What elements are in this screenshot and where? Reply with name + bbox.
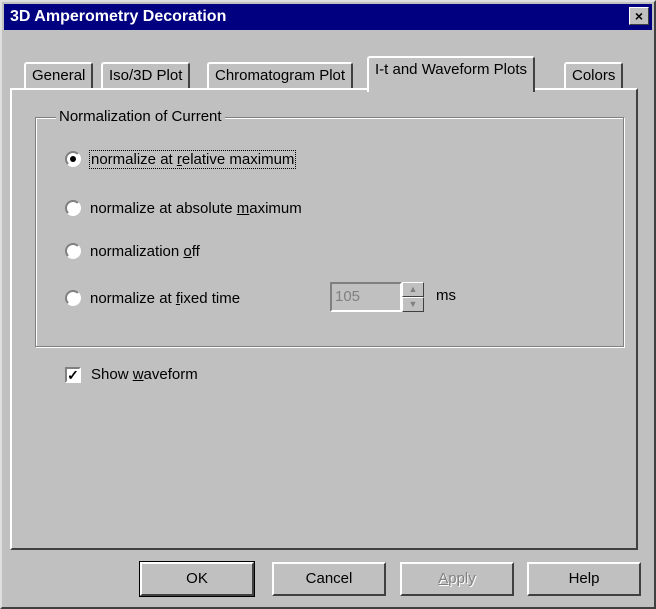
close-button[interactable]: × (629, 7, 649, 25)
radio-fixed-time[interactable]: normalize at fixed time (65, 287, 240, 309)
radio-button[interactable] (65, 200, 81, 216)
window-title: 3D Amperometry Decoration (10, 8, 227, 25)
radio-relative-maximum[interactable]: normalize at relative maximum (65, 148, 297, 170)
show-waveform-label: Show waveform (91, 366, 198, 383)
radio-button[interactable] (65, 290, 81, 306)
radio-label: normalize at fixed time (90, 289, 241, 307)
cancel-button[interactable]: Cancel (272, 562, 386, 596)
tab-it-waveform-plots[interactable]: I-t and Waveform Plots (367, 56, 535, 92)
tab-general[interactable]: General (24, 62, 94, 89)
spin-up-button[interactable]: ▲ (402, 282, 424, 297)
tab-colors[interactable]: Colors (564, 62, 624, 89)
apply-button[interactable]: Apply (400, 562, 514, 596)
tab-chromatogram-plot[interactable]: Chromatogram Plot (207, 62, 354, 89)
radio-button-checked[interactable] (65, 151, 81, 167)
help-button[interactable]: Help (527, 562, 641, 596)
show-waveform-option[interactable]: ✓ Show waveform (65, 366, 198, 383)
radio-button[interactable] (65, 243, 81, 259)
radio-label: normalize at absolute maximum (90, 199, 302, 217)
radio-normalization-off[interactable]: normalization off (65, 240, 200, 262)
ok-button[interactable]: OK (139, 561, 255, 597)
spin-down-button[interactable]: ▼ (402, 297, 424, 312)
title-bar: 3D Amperometry Decoration × (4, 4, 652, 30)
radio-label: normalize at relative maximum (88, 149, 297, 169)
fixed-time-input[interactable]: 105 (330, 282, 402, 312)
tab-iso-3d-plot[interactable]: Iso/3D Plot (101, 62, 191, 89)
fixed-time-unit: ms (436, 287, 456, 304)
radio-label: normalization off (90, 242, 200, 260)
normalization-group-title: Normalization of Current (56, 108, 225, 125)
show-waveform-checkbox[interactable]: ✓ (65, 366, 81, 383)
radio-absolute-maximum[interactable]: normalize at absolute maximum (65, 197, 302, 219)
